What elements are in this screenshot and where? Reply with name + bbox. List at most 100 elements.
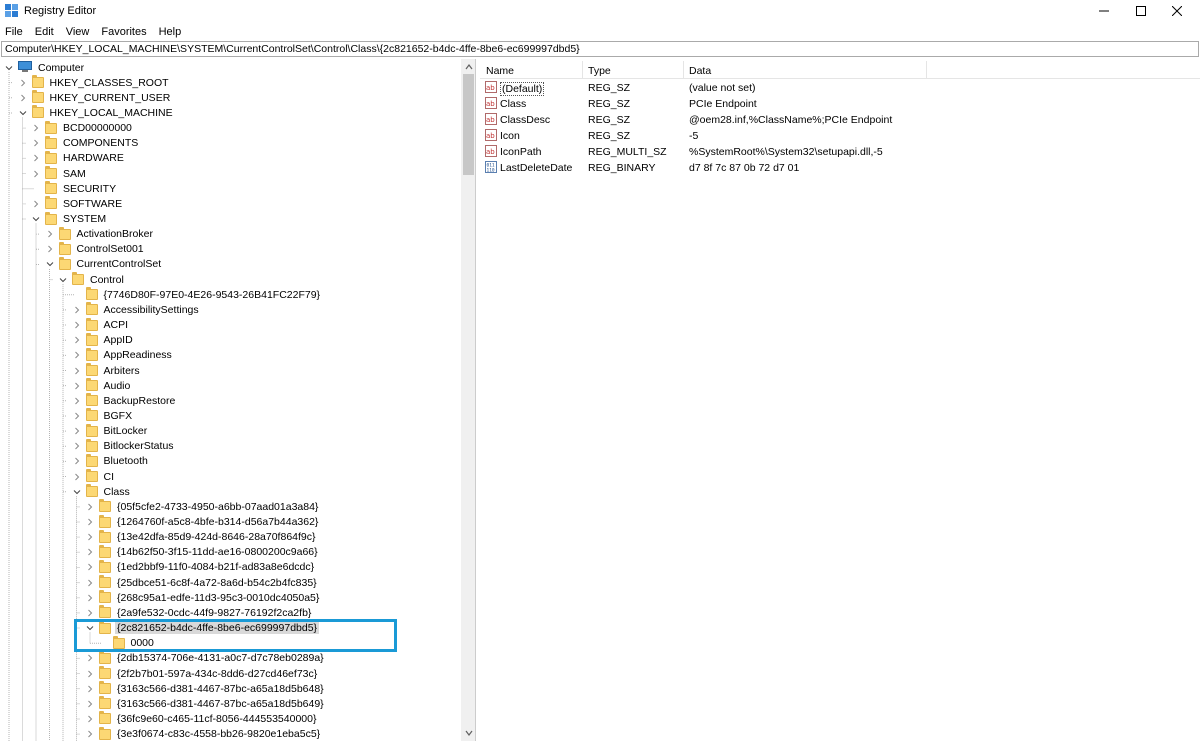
chevron-right-icon[interactable] [73,397,81,405]
tree-node[interactable]: {7746D80F-97E0-4E26-9543-26B41FC22F79} [73,287,323,302]
tree-node[interactable]: BGFX [73,408,135,423]
tree-scroll-thumb[interactable] [463,74,474,175]
tree-node[interactable]: Computer [5,60,86,75]
chevron-right-icon[interactable] [73,473,81,481]
tree-node[interactable]: BitlockerStatus [73,438,176,454]
menu-help[interactable]: Help [154,23,189,41]
column-header-name[interactable]: Name [486,65,514,77]
chevron-right-icon[interactable] [86,518,94,526]
scroll-up-icon[interactable] [464,62,474,72]
chevron-right-icon[interactable] [86,548,94,556]
chevron-right-icon[interactable] [86,730,94,738]
tree-node[interactable]: Control [59,272,126,287]
tree-node[interactable]: CI [73,469,117,484]
chevron-right-icon[interactable] [73,457,81,465]
chevron-right-icon[interactable] [32,139,40,147]
menu-favorites[interactable]: Favorites [96,23,153,41]
chevron-right-icon[interactable] [19,79,27,87]
chevron-right-icon[interactable] [32,200,40,208]
chevron-right-icon[interactable] [86,579,94,587]
chevron-right-icon[interactable] [73,412,81,420]
chevron-right-icon[interactable] [73,306,81,314]
tree-node[interactable]: AccessibilitySettings [73,302,201,317]
column-header-type[interactable]: Type [588,65,611,77]
tree-node[interactable]: {2db15374-706e-4131-a0c7-d7c78eb0289a} [86,650,326,666]
tree-node[interactable]: SYSTEM [32,211,108,227]
tree-node[interactable]: {14b62f50-3f15-11dd-ae16-0800200c9a66} [86,544,320,560]
tree-node[interactable]: Arbiters [73,363,142,378]
chevron-down-icon[interactable] [73,488,81,496]
tree-node[interactable]: {3163c566-d381-4467-87bc-a65a18d5b648} [86,681,326,696]
menu-edit[interactable]: Edit [30,23,61,41]
chevron-right-icon[interactable] [73,442,81,450]
chevron-right-icon[interactable] [73,336,81,344]
value-row[interactable]: ab ClassDesc REG_SZ @oem28.inf,%ClassName%;… [480,112,1200,128]
chevron-down-icon[interactable] [32,215,40,223]
chevron-right-icon[interactable] [86,594,94,602]
tree-node[interactable]: {1ed2bbf9-11f0-4084-b21f-ad83a8e6dcdc} [86,559,316,575]
chevron-right-icon[interactable] [73,382,81,390]
chevron-right-icon[interactable] [86,563,94,571]
tree-scrollbar[interactable] [461,59,475,741]
tree-node[interactable]: {1264760f-a5c8-4bfe-b314-d56a7b44a362} [86,514,320,530]
chevron-down-icon[interactable] [46,260,54,268]
tree-node[interactable]: BackupRestore [73,393,178,408]
address-bar[interactable]: Computer\HKEY_LOCAL_MACHINE\SYSTEM\Curre… [1,41,1199,57]
chevron-right-icon[interactable] [46,230,54,238]
tree-node[interactable]: {25dbce51-6c8f-4a72-8a6d-b54c2b4fc835} [86,575,319,590]
tree-node[interactable]: HKEY_LOCAL_MACHINE [19,105,175,120]
tree-node[interactable]: BitLocker [73,423,150,439]
chevron-down-icon[interactable] [5,64,13,72]
tree-node[interactable]: Bluetooth [73,453,150,469]
tree-node[interactable]: ActivationBroker [46,226,155,242]
tree-node[interactable]: HARDWARE [32,150,126,166]
chevron-right-icon[interactable] [86,503,94,511]
tree-node[interactable]: {268c95a1-edfe-11d3-95c3-0010dc4050a5} [86,590,321,605]
value-row[interactable]: 011 110 LastDeleteDate REG_BINARY d7 8f 7c 8… [480,160,1200,176]
tree-node[interactable]: HKEY_CURRENT_USER [19,90,173,105]
tree-node[interactable]: AppReadiness [73,347,174,363]
chevron-right-icon[interactable] [19,94,27,102]
tree-node[interactable]: {3163c566-d381-4467-87bc-a65a18d5b649} [86,696,326,711]
chevron-right-icon[interactable] [86,654,94,662]
chevron-right-icon[interactable] [86,609,94,617]
chevron-right-icon[interactable] [73,427,81,435]
close-button[interactable] [1154,0,1200,22]
chevron-right-icon[interactable] [46,245,54,253]
tree-node[interactable]: {13e42dfa-85d9-424d-8646-28a70f864f9c} [86,529,318,545]
column-divider[interactable] [683,61,684,79]
chevron-down-icon[interactable] [59,276,67,284]
tree-node[interactable]: ACPI [73,317,131,333]
menu-view[interactable]: View [61,23,97,41]
chevron-right-icon[interactable] [32,154,40,162]
tree-node[interactable]: {36fc9e60-c465-11cf-8056-444553540000} [86,711,318,726]
chevron-right-icon[interactable] [32,124,40,132]
value-row[interactable]: ab Icon REG_SZ -5 [480,128,1200,144]
chevron-right-icon[interactable] [86,685,94,693]
chevron-right-icon[interactable] [32,170,40,178]
tree-node[interactable]: CurrentControlSet [46,256,164,272]
column-header-data[interactable]: Data [689,65,711,77]
tree-node[interactable]: {05f5cfe2-4733-4950-a6bb-07aad01a3a84} [86,499,320,514]
chevron-right-icon[interactable] [86,533,94,541]
tree-node[interactable]: Audio [73,378,133,393]
chevron-right-icon[interactable] [73,351,81,359]
chevron-right-icon[interactable] [86,715,94,723]
scroll-down-icon[interactable] [464,728,474,738]
tree-node[interactable]: {3e3f0674-c83c-4558-bb26-9820e1eba5c5} [86,726,322,741]
value-row[interactable]: ab (Default) REG_SZ (value not set) [480,80,1200,96]
value-row[interactable]: ab Class REG_SZ PCIe Endpoint [480,96,1200,112]
tree-node[interactable]: SECURITY [32,181,118,196]
column-divider[interactable] [926,61,927,79]
column-divider[interactable] [582,61,583,79]
values-list[interactable]: Name Type Data ab (Default) REG_SZ (value n… [480,59,1200,741]
tree-node[interactable]: SAM [32,166,88,181]
chevron-right-icon[interactable] [73,367,81,375]
tree-node[interactable]: SOFTWARE [32,196,124,211]
tree-node[interactable]: HKEY_CLASSES_ROOT [19,75,171,90]
chevron-right-icon[interactable] [86,670,94,678]
tree-node[interactable]: BCD00000000 [32,120,134,136]
chevron-right-icon[interactable] [73,321,81,329]
value-row[interactable]: ab IconPath REG_MULTI_SZ %SystemRoot%\Syste… [480,144,1200,160]
chevron-down-icon[interactable] [19,109,27,117]
